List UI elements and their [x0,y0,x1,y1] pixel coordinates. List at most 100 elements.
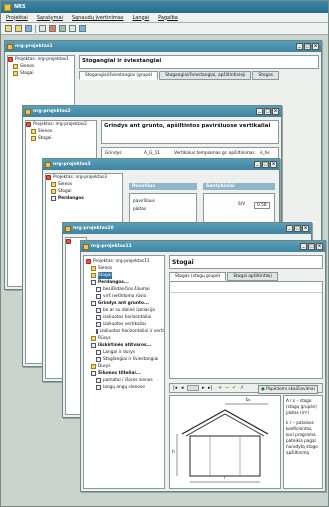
tree-item[interactable]: Sienos [46,181,122,188]
tree-item[interactable]: Sienos [8,63,74,70]
window-5-title: nrg-projektas11 [91,244,132,249]
tree-item[interactable]: Šilumos tilteliai... [84,370,164,377]
maximize-icon[interactable]: □ [308,243,315,250]
prev-record-icon[interactable]: ◂ [181,385,184,391]
tab-stogangiai-grupe[interactable]: Stogangiai/šviestangiai (grupė) [79,71,159,80]
tree-item[interactable]: Projektas: nrg-projektas3 [46,174,122,181]
minimize-icon[interactable]: _ [254,161,261,168]
maximize-icon[interactable]: □ [294,225,301,232]
tree-item[interactable]: Perdangos... [84,279,164,286]
tree-label: Stogai [98,272,112,279]
tree-item[interactable]: langų angų sienose [84,384,164,391]
tree-item[interactable]: Perdangos [46,195,122,202]
stogai-grid[interactable] [169,281,323,379]
minimize-icon[interactable]: _ [286,225,293,232]
tree-item[interactable]: Stogai [84,272,164,279]
tree-label: Projektas: nrg-projektas3 [53,175,107,180]
folder-icon [51,189,56,194]
app-toolbar [1,23,328,35]
close-icon[interactable]: × [312,43,319,50]
tree-label: Grindys ant grunto... [98,301,149,306]
window-1-titlebar: nrg-projektas1 _ □ × [5,41,321,52]
menu-sanaudu[interactable]: Sąnaudų įvertinimas [72,15,124,21]
window-2-title: nrg-projektas2 [33,109,71,114]
maximize-icon[interactable]: □ [264,108,271,115]
maximize-icon[interactable]: □ [304,43,311,50]
tree-item[interactable]: Stogai [46,188,122,195]
document-icon [96,322,101,327]
tree-label: be ar su dalinė izoliacija [103,308,155,313]
menu-langai[interactable]: Langai [132,15,149,21]
tree-label: besišildančios šilumai [103,287,150,292]
document-icon [91,301,96,306]
window-3-titlebar: nrg-projektas3 _ □ × [43,159,279,170]
report-icon[interactable] [69,25,76,32]
tab-stogangiai-apsiltintieji[interactable]: Stogangiai/šviestangiai, apšiltintinieji [159,71,252,80]
tree-item[interactable]: Projektas: nrg-projektas11 [84,258,164,265]
record-field[interactable] [187,385,199,391]
tree-item[interactable]: Langai ir durys [84,349,164,356]
tree-item[interactable]: Sienos [84,265,164,272]
cancel-record-icon[interactable]: ✗ [240,385,244,391]
minimize-icon[interactable]: _ [256,108,263,115]
app-titlebar: NRS [1,1,328,13]
folder-icon [91,266,96,271]
tree-item[interactable]: Stoglangiai ir šviestangiai [84,356,164,363]
tree-item[interactable]: besišildančios šilumai [84,286,164,293]
tree-item[interactable]: virš nešildomo rūsio [84,293,164,300]
print-icon[interactable] [39,25,46,32]
note-coefficient: k r – pataisos koeficientas, kuri progra… [286,420,318,455]
tab-stogas-grupe[interactable]: Stogas (stogų grupė) [169,272,227,281]
tab-stogai-apsiltintieji[interactable]: Stogai apšiltintieji [227,272,278,281]
tree-item[interactable]: Stogai [8,70,74,77]
menu-projektai[interactable]: Projektai [6,15,28,21]
tree-label: Sienos [20,64,35,69]
window-5-titlebar: nrg-projektas11 _ □ × [81,241,325,252]
tree-item[interactable]: Projektas: nrg-projektas1 [8,56,74,63]
menu-pagalba[interactable]: Pagalba [158,15,178,21]
delete-record-icon[interactable]: − [225,385,229,391]
tree-item[interactable]: Projektas: nrg-projektas2 [26,121,96,128]
tree-item[interactable]: izoliuotos vertikaliai [84,321,164,328]
tree-item[interactable]: Sienos [26,128,96,135]
roof-diagram: h b₁ l [169,395,281,489]
close-icon[interactable]: × [270,161,277,168]
close-icon[interactable]: × [302,225,309,232]
tree-item[interactable]: Išskirtinės atitvaros... [84,342,164,349]
grid-navigator: |◂ ◂ ▸ ▸| + − ✔ ✗ ● Papildomi skaičiavim… [169,383,323,394]
first-record-icon[interactable]: |◂ [173,385,177,391]
save-icon[interactable] [25,25,32,32]
calculate-icon[interactable] [59,25,66,32]
folder-icon [91,364,96,369]
calc-extra-button[interactable]: ● Papildomi skaičiavimai [258,385,318,394]
document-icon [96,350,101,355]
column-header-santykiniai: Santykiniai [203,183,275,190]
window-4-title: nrg-projektas10 [73,226,114,231]
minimize-icon[interactable]: _ [300,243,307,250]
tree-item[interactable]: be ar su dalinė izoliacija [84,307,164,314]
edit-record-icon[interactable]: ✔ [232,385,236,391]
close-icon[interactable]: × [272,108,279,115]
tree-item[interactable]: Durys [84,363,164,370]
tree-item[interactable]: Rūsys [84,335,164,342]
new-project-icon[interactable] [5,25,12,32]
sum-value[interactable]: 0.58 [254,202,270,209]
tree-label: Projektas: nrg-projektas1 [15,57,69,62]
menu-sarasymai[interactable]: Sąrašymai [37,15,63,21]
next-record-icon[interactable]: ▸ [202,385,205,391]
tree-item[interactable]: izoliuotos horizontaliai [84,314,164,321]
info-icon[interactable] [79,25,86,32]
last-record-icon[interactable]: ▸| [208,385,212,391]
open-folder-icon[interactable] [15,25,22,32]
close-icon[interactable]: × [316,243,323,250]
delete-icon[interactable] [49,25,56,32]
tree-item[interactable]: pamatai / išorės sienos [84,377,164,384]
field-label: paviršiaus [133,199,155,204]
tab-stogas[interactable]: Stogas [252,71,280,80]
tree-item[interactable]: Stogai [26,135,96,142]
tree-item[interactable]: Grindys ant grunto... [84,300,164,307]
tree-item[interactable]: izoliuotos horizontaliai ir vertik. [84,328,164,335]
minimize-icon[interactable]: _ [296,43,303,50]
add-record-icon[interactable]: + [218,385,222,391]
maximize-icon[interactable]: □ [262,161,269,168]
